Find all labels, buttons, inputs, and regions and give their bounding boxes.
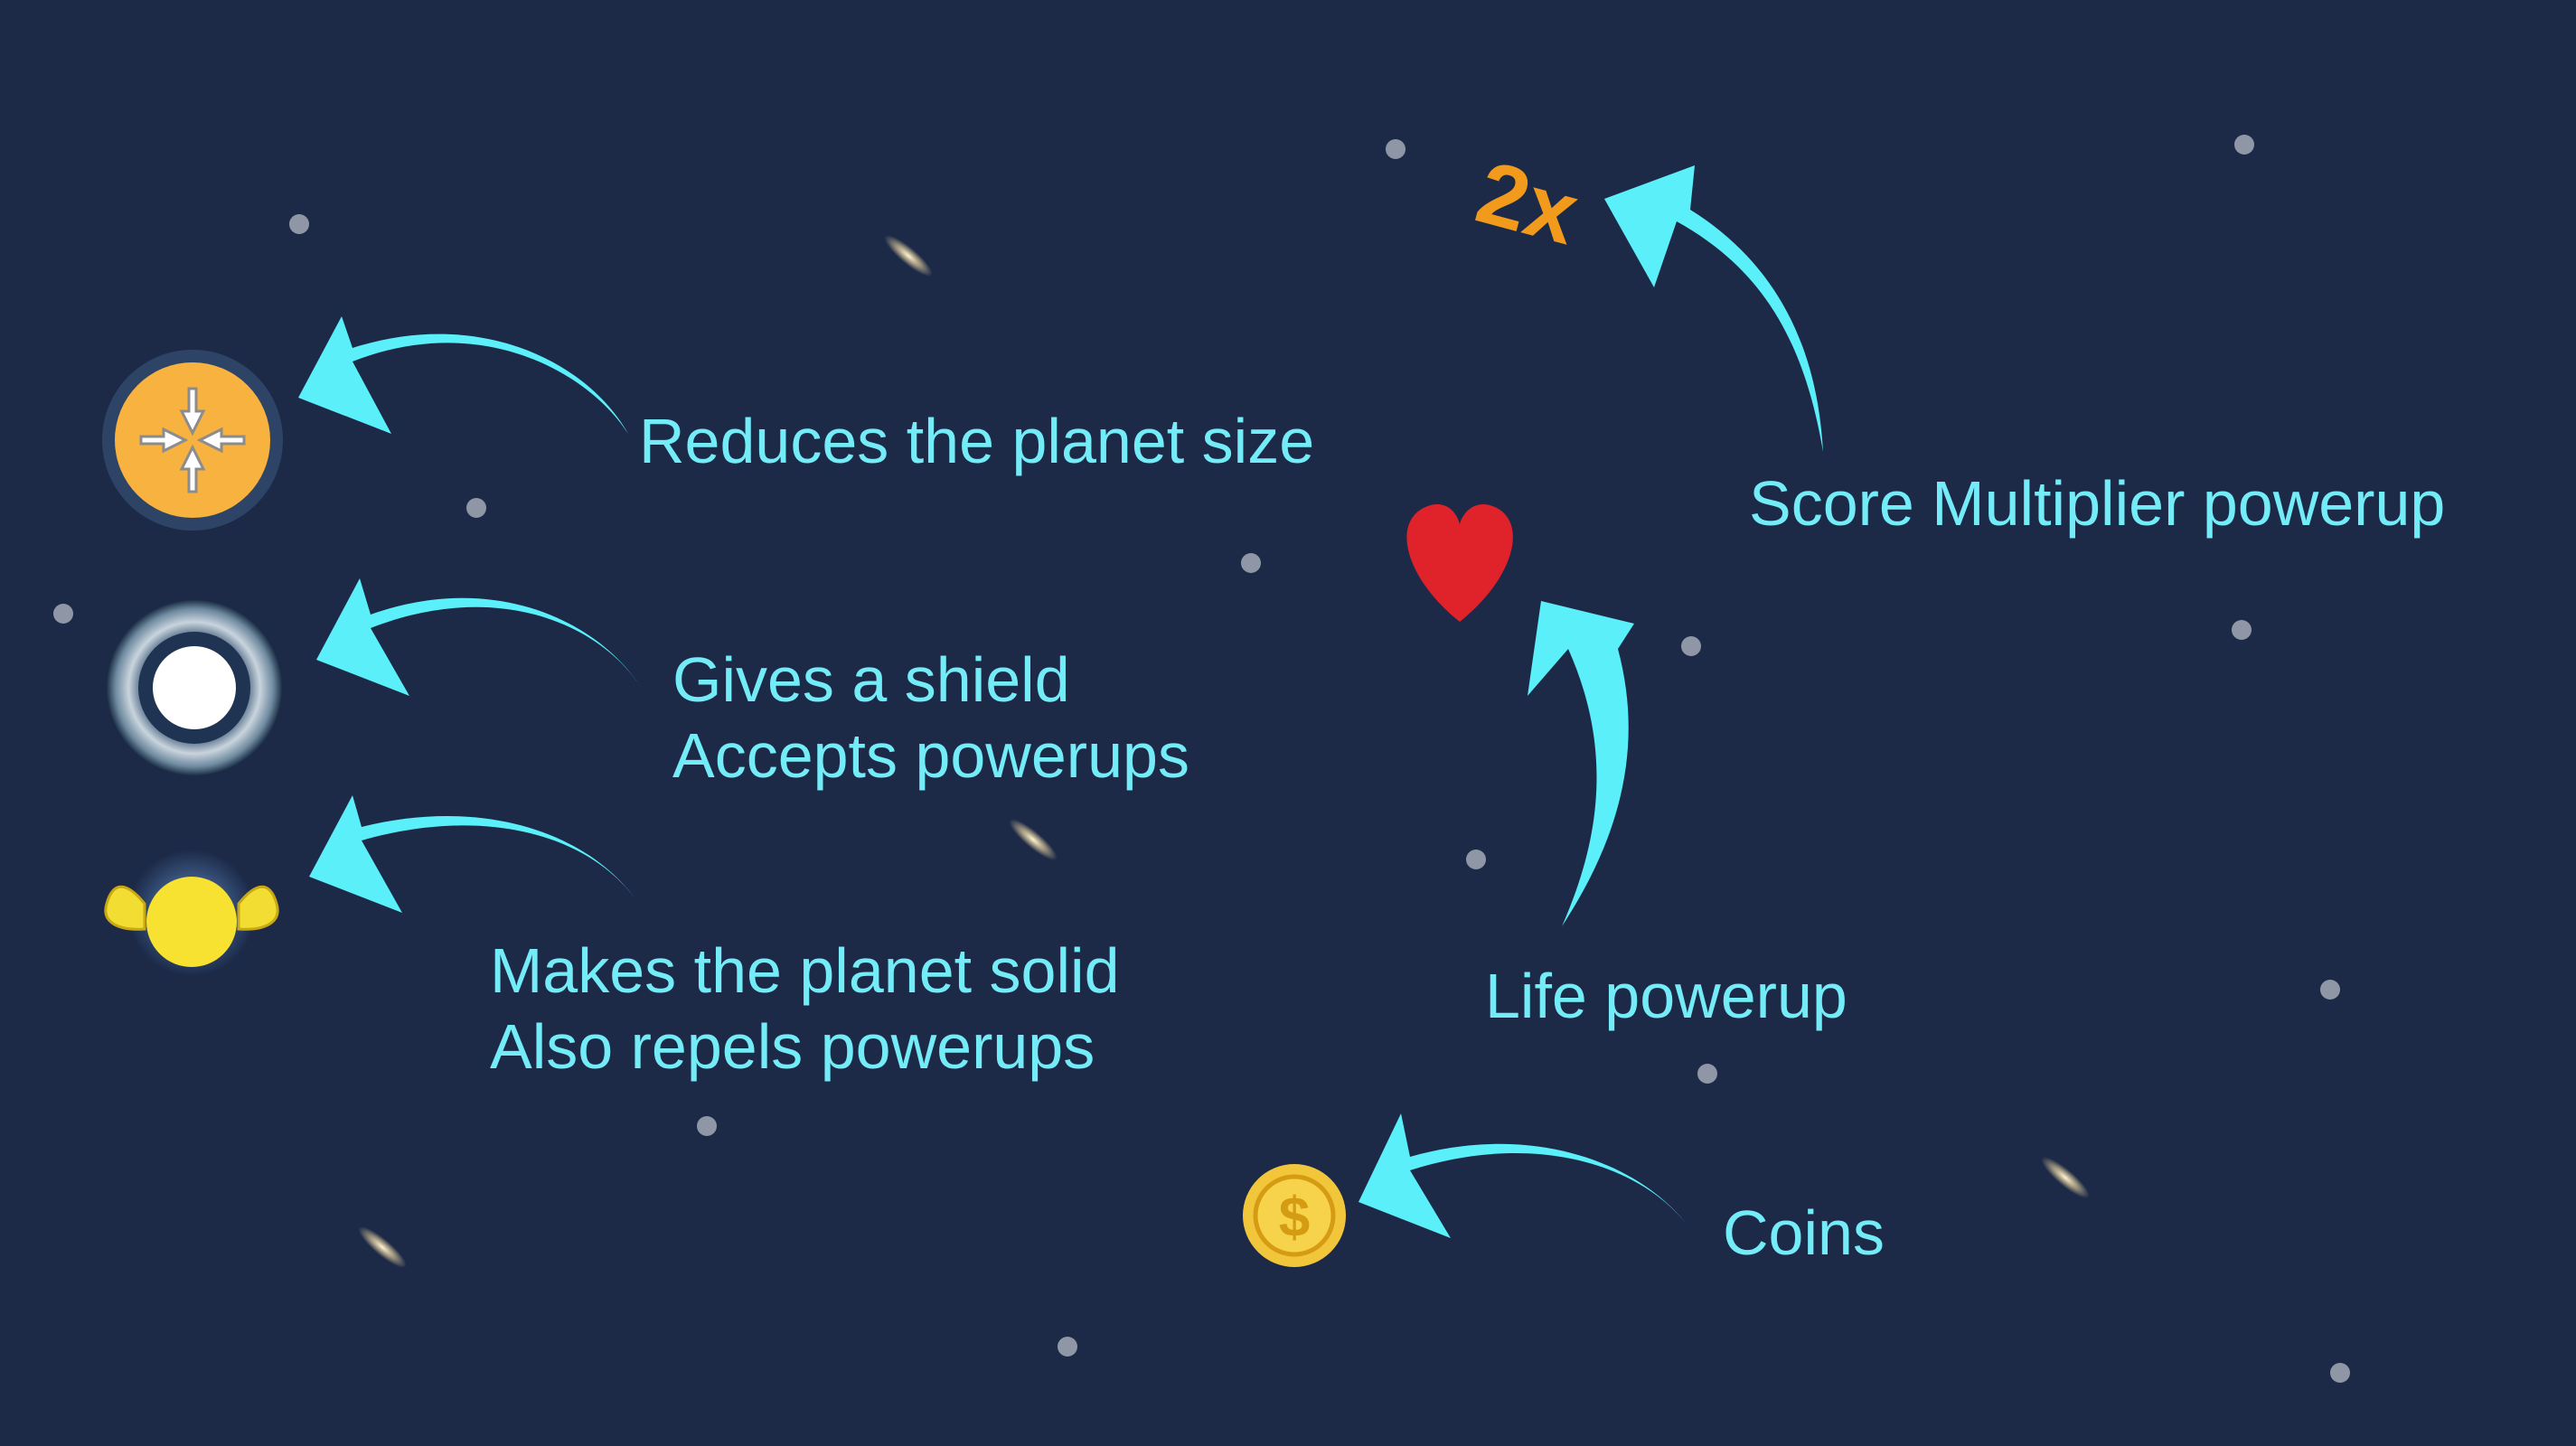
solid-description-line: Makes the planet solid xyxy=(490,935,1120,1006)
star xyxy=(1697,1064,1717,1084)
star xyxy=(2330,1363,2350,1383)
coins-description-line: Coins xyxy=(1723,1197,1885,1268)
solid-description: Makes the planet solid Also repels power… xyxy=(490,933,1120,1084)
shield-ring-icon xyxy=(107,600,282,775)
powerup-legend-scene: 2x $ xyxy=(0,0,2576,1446)
star xyxy=(466,498,486,518)
coin-icon: $ xyxy=(1243,1164,1346,1267)
solid-description-line: Also repels powerups xyxy=(490,1011,1095,1082)
star xyxy=(2320,980,2340,1000)
shrink-arrows-icon xyxy=(102,350,283,531)
star xyxy=(1386,139,1406,159)
star xyxy=(1466,850,1486,869)
shrink-description-line: Reduces the planet size xyxy=(639,406,1315,476)
star xyxy=(1241,553,1261,573)
shield-description-line: Accepts powerups xyxy=(672,720,1189,791)
star xyxy=(53,604,73,624)
coins-description: Coins xyxy=(1723,1195,1885,1271)
multiplier-description-line: Score Multiplier powerup xyxy=(1749,468,2446,539)
shield-description-line: Gives a shield xyxy=(672,644,1070,715)
life-description-line: Life powerup xyxy=(1485,961,1847,1031)
star xyxy=(289,214,309,234)
life-description: Life powerup xyxy=(1485,958,1847,1034)
star xyxy=(2232,620,2252,640)
shield-description: Gives a shield Accepts powerups xyxy=(672,642,1189,793)
svg-text:$: $ xyxy=(1279,1187,1310,1249)
shrink-description: Reduces the planet size xyxy=(639,403,1314,479)
star xyxy=(2234,135,2254,155)
star xyxy=(1681,636,1701,656)
star xyxy=(1058,1337,1077,1357)
multiplier-description: Score Multiplier powerup xyxy=(1749,465,2445,541)
star xyxy=(697,1116,717,1136)
